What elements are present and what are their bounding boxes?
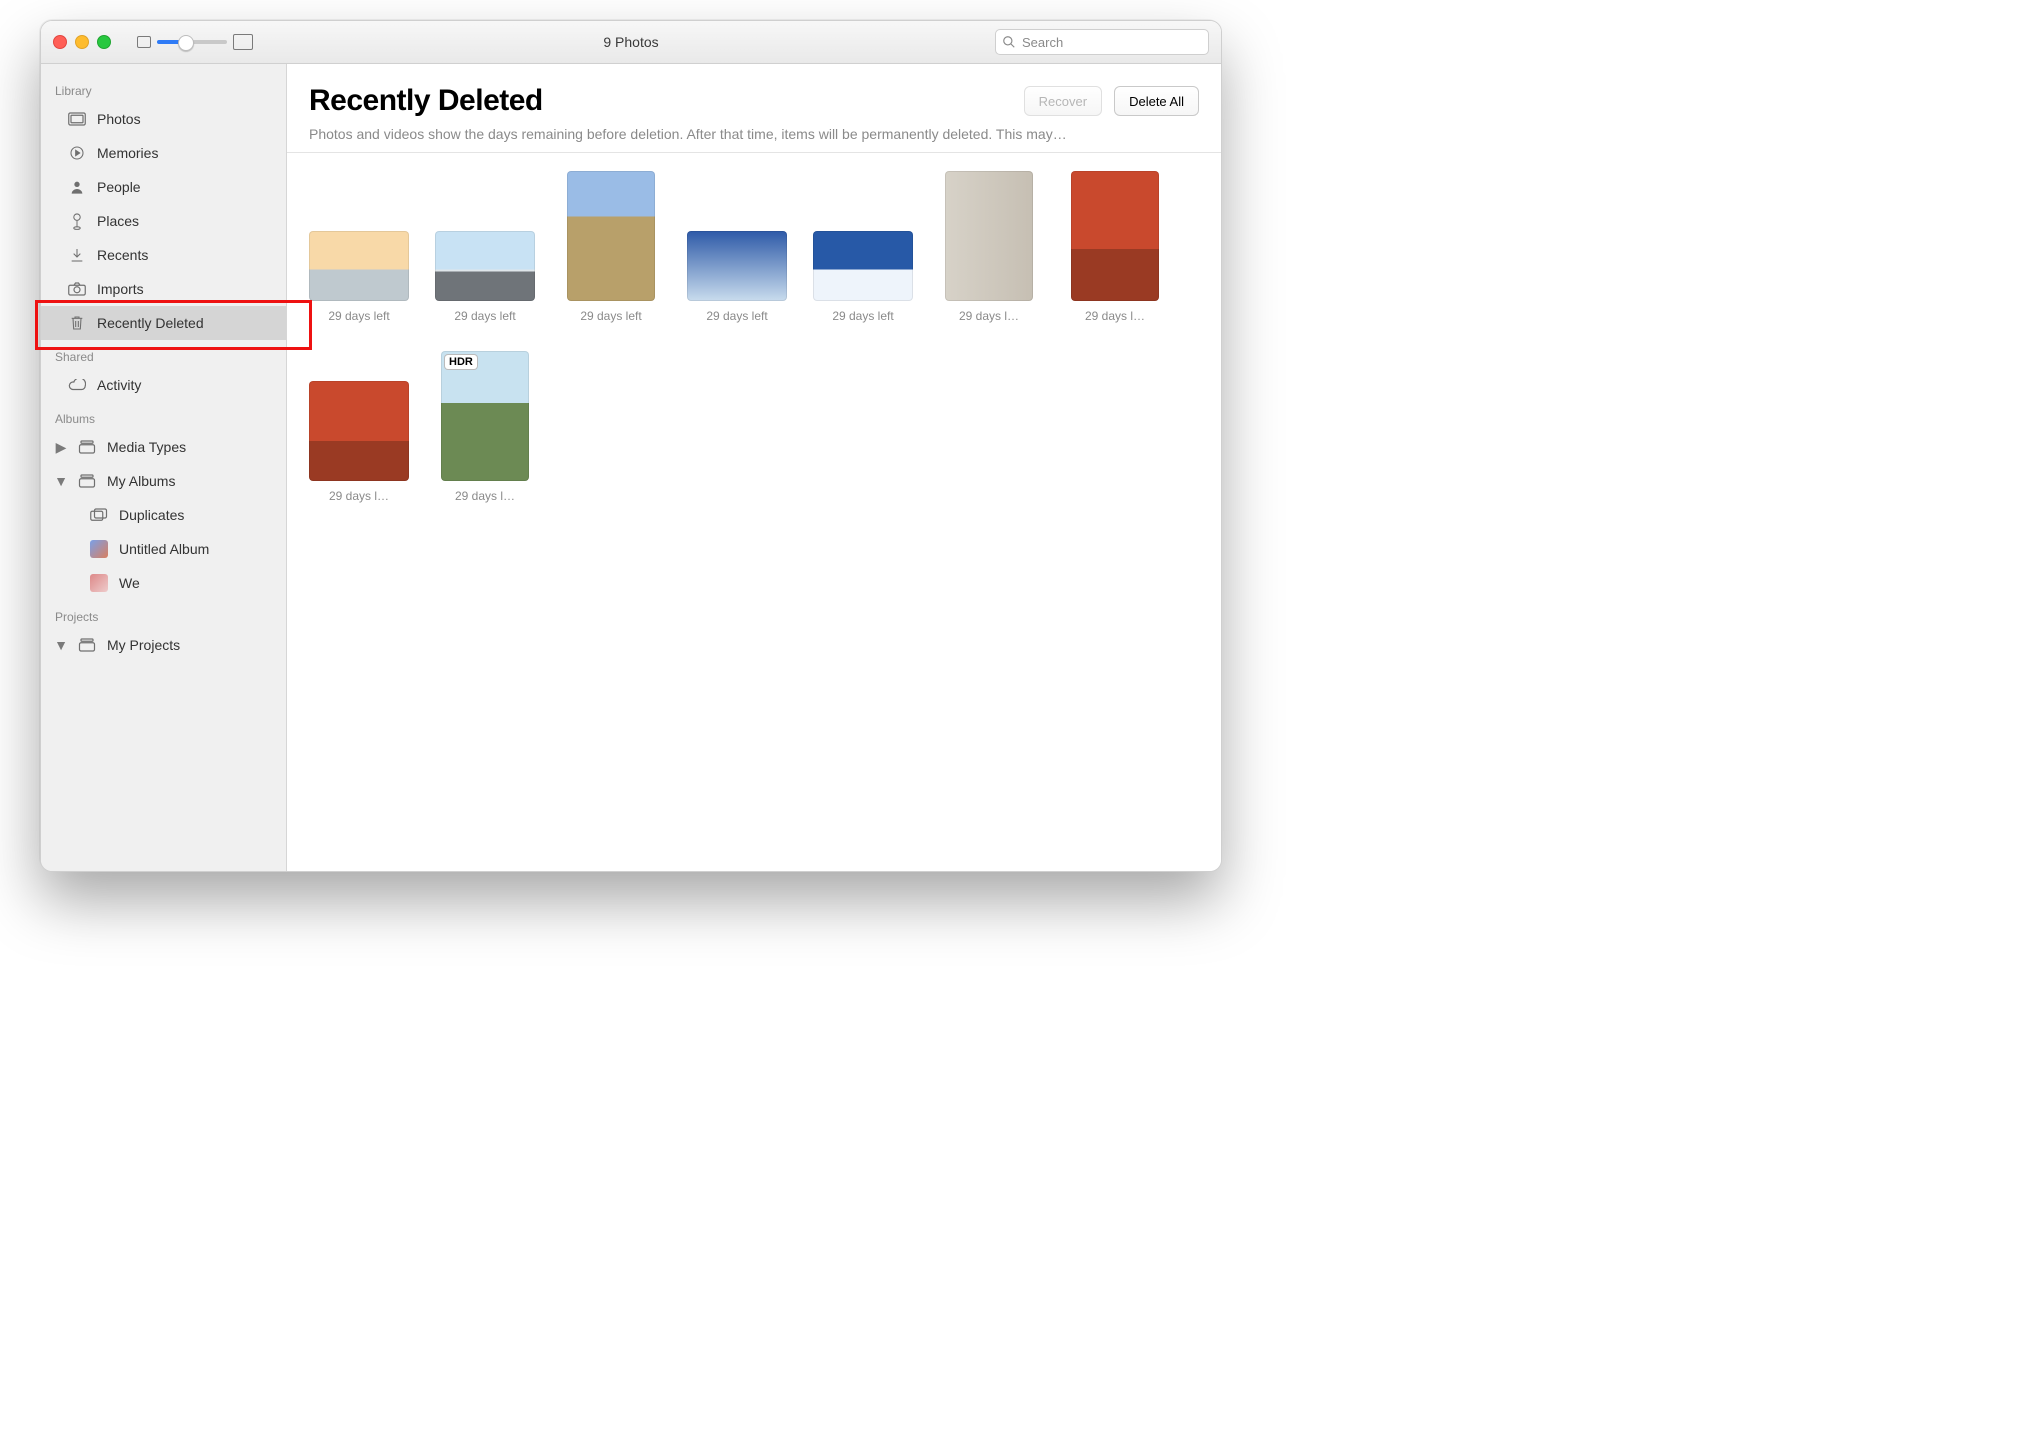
stack-icon bbox=[77, 638, 97, 652]
sidebar-item-label: Recents bbox=[97, 247, 276, 263]
photo-tile[interactable]: 29 days l… bbox=[309, 349, 409, 503]
camera-icon bbox=[67, 282, 87, 296]
sidebar-item-label: Media Types bbox=[107, 439, 276, 455]
photo-caption: 29 days left bbox=[580, 309, 641, 323]
sidebar-item-label: My Projects bbox=[107, 637, 276, 653]
photo-caption: 29 days l… bbox=[1085, 309, 1145, 323]
sidebar-item-label: Untitled Album bbox=[119, 541, 276, 557]
stack-icon bbox=[89, 508, 109, 522]
stack-icon bbox=[77, 474, 97, 488]
trash-icon bbox=[67, 315, 87, 331]
search-placeholder: Search bbox=[1022, 35, 1063, 50]
photo-thumbnail[interactable] bbox=[435, 231, 535, 301]
photo-tile[interactable]: 29 days left bbox=[309, 169, 409, 323]
sidebar-item-we[interactable]: We bbox=[41, 566, 286, 600]
section-label-albums: Albums bbox=[41, 402, 286, 430]
photo-thumbnail[interactable] bbox=[1071, 171, 1159, 301]
sidebar: Library Photos Memories People Places Re… bbox=[41, 64, 287, 871]
sidebar-item-label: Places bbox=[97, 213, 276, 229]
content-header: Recently Deleted Recover Delete All bbox=[287, 64, 1221, 126]
photo-thumbnail[interactable] bbox=[945, 171, 1033, 301]
photo-caption: 29 days l… bbox=[959, 309, 1019, 323]
section-label-projects: Projects bbox=[41, 600, 286, 628]
photo-tile[interactable]: 29 days l… bbox=[939, 169, 1039, 323]
photo-tile[interactable]: 29 days left bbox=[813, 169, 913, 323]
photo-tile[interactable]: 29 days left bbox=[687, 169, 787, 323]
photo-thumbnail[interactable] bbox=[813, 231, 913, 301]
sidebar-item-imports[interactable]: Imports bbox=[41, 272, 286, 306]
photo-tile[interactable]: HDR 29 days l… bbox=[435, 349, 535, 503]
sidebar-item-label: Imports bbox=[97, 281, 276, 297]
sidebar-item-label: Activity bbox=[97, 377, 276, 393]
sidebar-item-recents[interactable]: Recents bbox=[41, 238, 286, 272]
sidebar-item-recently-deleted[interactable]: Recently Deleted bbox=[41, 306, 286, 340]
sidebar-item-memories[interactable]: Memories bbox=[41, 136, 286, 170]
photo-caption: 29 days l… bbox=[329, 489, 389, 503]
chevron-right-icon[interactable]: ▶ bbox=[55, 439, 67, 456]
person-icon bbox=[67, 179, 87, 195]
chevron-down-icon[interactable]: ▼ bbox=[55, 473, 67, 489]
sidebar-item-my-projects[interactable]: ▼ My Projects bbox=[41, 628, 286, 662]
sidebar-item-people[interactable]: People bbox=[41, 170, 286, 204]
photo-tile[interactable]: 29 days left bbox=[561, 169, 661, 323]
sidebar-item-photos[interactable]: Photos bbox=[41, 102, 286, 136]
sidebar-item-places[interactable]: Places bbox=[41, 204, 286, 238]
search-icon bbox=[1002, 35, 1016, 49]
app-window: 9 Photos Search Library Photos Memories … bbox=[40, 20, 1222, 872]
delete-all-button[interactable]: Delete All bbox=[1114, 86, 1199, 116]
sidebar-item-label: Recently Deleted bbox=[97, 315, 276, 331]
search-field[interactable]: Search bbox=[995, 29, 1209, 55]
sidebar-item-label: My Albums bbox=[107, 473, 276, 489]
fullscreen-window-button[interactable] bbox=[97, 35, 111, 49]
download-icon bbox=[67, 247, 87, 263]
sidebar-item-untitled-album[interactable]: Untitled Album bbox=[41, 532, 286, 566]
info-text: Photos and videos show the days remainin… bbox=[287, 126, 1221, 153]
minimize-window-button[interactable] bbox=[75, 35, 89, 49]
memories-icon bbox=[67, 145, 87, 161]
photo-thumbnail[interactable] bbox=[309, 231, 409, 301]
thumb-large-icon bbox=[233, 34, 253, 50]
hdr-badge: HDR bbox=[445, 355, 477, 369]
photo-caption: 29 days l… bbox=[455, 489, 515, 503]
photos-icon bbox=[67, 112, 87, 126]
photo-caption: 29 days left bbox=[328, 309, 389, 323]
close-window-button[interactable] bbox=[53, 35, 67, 49]
content-area: Recently Deleted Recover Delete All Phot… bbox=[287, 64, 1221, 871]
window-controls bbox=[53, 35, 111, 49]
photo-grid: 29 days left 29 days left 29 days left 29 d… bbox=[287, 153, 1221, 519]
photo-thumbnail[interactable] bbox=[567, 171, 655, 301]
thumb-small-icon bbox=[137, 36, 151, 48]
sidebar-item-label: We bbox=[119, 575, 276, 591]
sidebar-item-my-albums[interactable]: ▼ My Albums bbox=[41, 464, 286, 498]
pin-icon bbox=[67, 212, 87, 230]
stack-icon bbox=[77, 440, 97, 454]
cloud-icon bbox=[67, 379, 87, 391]
photo-thumbnail[interactable] bbox=[687, 231, 787, 301]
sidebar-item-label: Photos bbox=[97, 111, 276, 127]
photo-caption: 29 days left bbox=[706, 309, 767, 323]
photo-thumbnail[interactable]: HDR bbox=[441, 351, 529, 481]
photo-tile[interactable]: 29 days left bbox=[435, 169, 535, 323]
album-thumb-icon bbox=[89, 540, 109, 558]
section-label-library: Library bbox=[41, 74, 286, 102]
sidebar-item-media-types[interactable]: ▶ Media Types bbox=[41, 430, 286, 464]
section-label-shared: Shared bbox=[41, 340, 286, 368]
photo-caption: 29 days left bbox=[832, 309, 893, 323]
page-title: Recently Deleted bbox=[309, 84, 1012, 118]
titlebar: 9 Photos Search bbox=[41, 21, 1221, 64]
photo-caption: 29 days left bbox=[454, 309, 515, 323]
photo-thumbnail[interactable] bbox=[309, 381, 409, 481]
album-thumb-icon bbox=[89, 574, 109, 592]
recover-button[interactable]: Recover bbox=[1024, 86, 1102, 116]
sidebar-item-activity[interactable]: Activity bbox=[41, 368, 286, 402]
sidebar-item-duplicates[interactable]: Duplicates bbox=[41, 498, 286, 532]
sidebar-item-label: Duplicates bbox=[119, 507, 276, 523]
sidebar-item-label: Memories bbox=[97, 145, 276, 161]
sidebar-item-label: People bbox=[97, 179, 276, 195]
photo-tile[interactable]: 29 days l… bbox=[1065, 169, 1165, 323]
thumbnail-size-slider[interactable] bbox=[157, 40, 227, 44]
chevron-down-icon[interactable]: ▼ bbox=[55, 637, 67, 653]
thumbnail-size-control bbox=[137, 34, 253, 50]
